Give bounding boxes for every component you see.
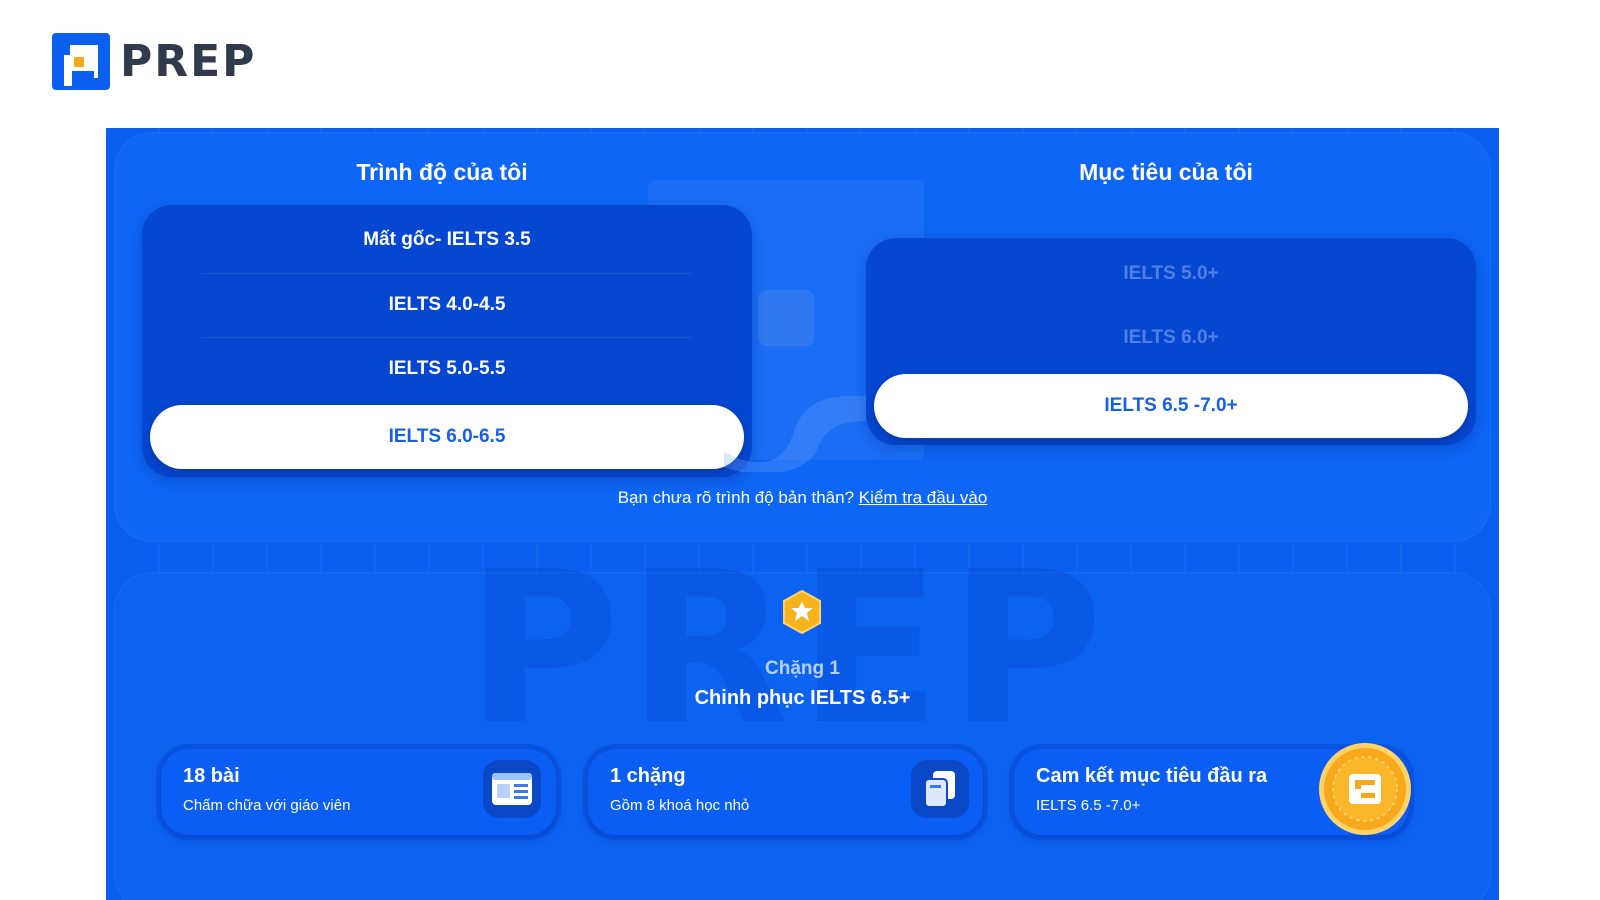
feature-subtitle: Gồm 8 khoá học nhỏ [610,797,750,814]
prep-logo[interactable]: PREP [52,33,256,90]
feature-title: 18 bài [183,765,240,787]
level-option-1[interactable]: Mất gốc- IELTS 3.5 [142,208,752,272]
level-option-3[interactable]: IELTS 5.0-5.5 [142,337,752,401]
stage-title: Chinh phục IELTS 6.5+ [694,687,911,709]
feature-card-commitment: Cam kết mục tiêu đầu ra IELTS 6.5 -7.0+ [1014,743,1411,835]
target-option-3-selected[interactable]: IELTS 6.5 -7.0+ [874,374,1468,438]
my-target-title: Mục tiêu của tôi [1079,159,1253,185]
my-level-title: Trình độ của tôi [356,159,528,185]
level-options-list: Mất gốc- IELTS 3.5 IELTS 4.0-4.5 IELTS 5… [142,205,752,477]
target-option-2[interactable]: IELTS 6.0+ [866,306,1476,370]
feature-card-stages: 1 chặng Gồm 8 khoá học nhỏ [588,749,983,835]
document-icon [483,760,541,818]
feature-card-lessons: 18 bài Chấm chữa với giáo viên [161,749,556,835]
target-options-list: IELTS 5.0+ IELTS 6.0+ IELTS 6.5 -7.0+ [866,238,1476,445]
connector-wave [724,395,884,472]
roadmap-panel: Trình độ của tôi Mục tiêu của tôi Mất gố… [106,128,1499,900]
feature-title: Cam kết mục tiêu đầu ra [1036,765,1268,787]
books-icon [911,760,969,818]
brand-name: PREP [120,36,257,87]
star-hexagon-icon [783,590,821,634]
level-option-4-selected[interactable]: IELTS 6.0-6.5 [150,405,744,469]
guarantee-seal-icon [1319,743,1411,835]
feature-subtitle: IELTS 6.5 -7.0+ [1036,797,1141,814]
level-target-card: Trình độ của tôi Mục tiêu của tôi Mất gố… [114,132,1491,542]
prep-logo-icon [52,33,110,90]
target-option-1[interactable]: IELTS 5.0+ [866,242,1476,306]
feature-title: 1 chặng [610,765,686,787]
stage-label: Chặng 1 [765,658,840,679]
level-hint-text: Bạn chưa rõ trình độ bản thân? [617,488,859,507]
watermark-logo-square [758,290,814,346]
level-hint: Bạn chưa rõ trình độ bản thân? Kiểm tra … [106,488,1499,508]
entrance-test-link[interactable]: Kiểm tra đầu vào [859,488,988,507]
feature-subtitle: Chấm chữa với giáo viên [183,797,351,814]
level-option-2[interactable]: IELTS 4.0-4.5 [142,273,752,337]
